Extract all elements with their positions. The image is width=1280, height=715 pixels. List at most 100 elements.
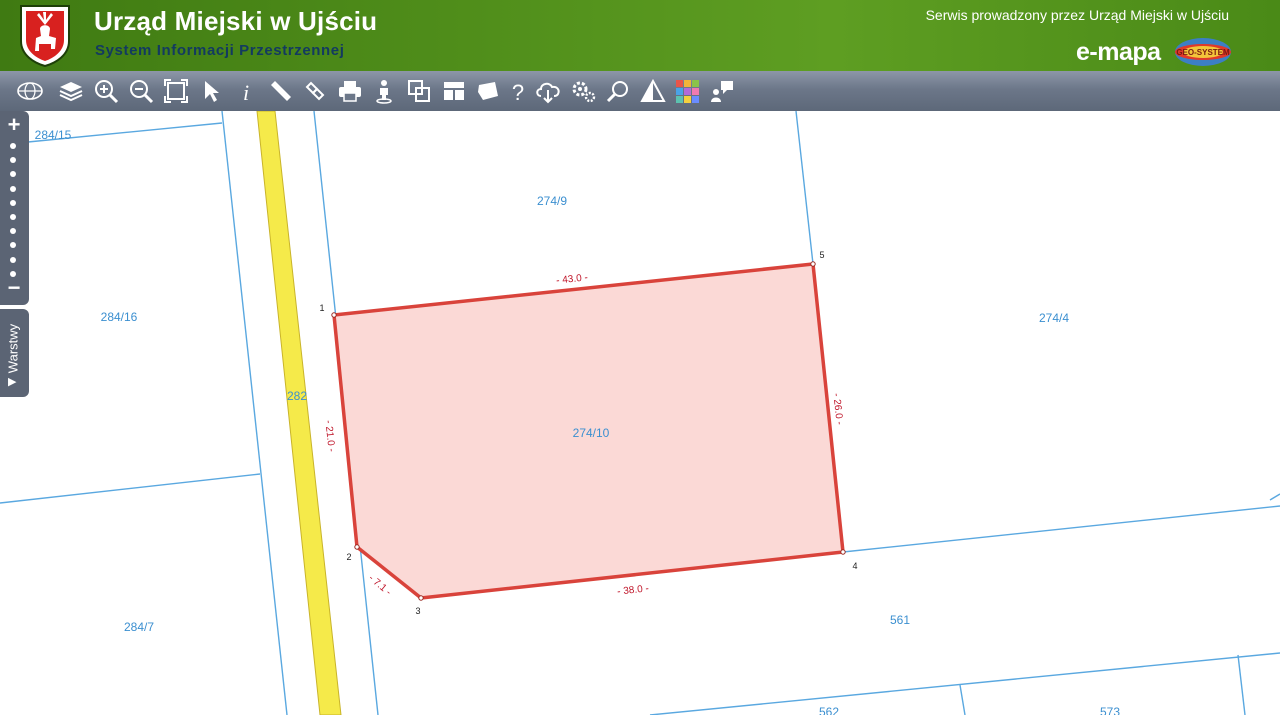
- user-comment-button[interactable]: [707, 76, 737, 106]
- vertex-label: 4: [852, 561, 857, 571]
- parcel-boundary-line: [1237, 654, 1246, 715]
- info-button[interactable]: i: [231, 76, 261, 106]
- zoom-level-step[interactable]: [10, 143, 16, 149]
- vertex-label: 3: [415, 606, 420, 616]
- geosystem-logo-icon: [17, 82, 43, 100]
- vertex-point[interactable]: [354, 544, 360, 550]
- search-icon: [606, 81, 628, 103]
- copy-icon: [408, 80, 430, 102]
- search-button[interactable]: [603, 76, 633, 106]
- zoom-in-button[interactable]: +: [4, 114, 24, 136]
- color-grid-button[interactable]: [672, 76, 702, 106]
- measure-ruler-icon: [271, 81, 291, 101]
- parcel-boundary-line: [842, 505, 1280, 553]
- layout-icon: [444, 82, 464, 100]
- settings-button[interactable]: [568, 76, 598, 106]
- layers-icon: [59, 82, 83, 102]
- zoom-out-button[interactable]: −: [4, 277, 24, 299]
- parcel-boundary-line: [649, 652, 1280, 715]
- parcel-label[interactable]: 284/16: [101, 310, 138, 324]
- zoom-level-step[interactable]: [10, 228, 16, 235]
- parcel-boundary-line: [1269, 493, 1280, 501]
- page-subtitle: System Informacji Przestrzennej: [95, 42, 345, 59]
- full-extent-icon: [164, 79, 188, 103]
- vertex-point[interactable]: [810, 261, 816, 267]
- geosystem-logo-button[interactable]: [15, 76, 45, 106]
- service-provider-text: Serwis prowadzony przez Urząd Miejski w …: [925, 7, 1229, 23]
- expand-arrow-icon: ▶: [8, 376, 17, 388]
- parcel-boundary-line: [795, 111, 814, 265]
- toolbar: i?: [0, 71, 1280, 112]
- dimension-label: - 21.0 -: [322, 420, 336, 453]
- layers-label: Warstwy: [5, 323, 21, 374]
- street-view-button[interactable]: [369, 76, 399, 106]
- zoom-level-step[interactable]: [10, 171, 16, 178]
- geo-system-logo[interactable]: GEO-SYSTEM: [1174, 37, 1232, 67]
- parcel-label[interactable]: 284/7: [124, 620, 154, 634]
- measure-ruler-button[interactable]: [266, 76, 296, 106]
- shape-button[interactable]: [473, 76, 503, 106]
- zoom-level-step[interactable]: [10, 214, 16, 220]
- select-arrow-button[interactable]: [196, 76, 226, 106]
- dimension-label: - 38.0 -: [617, 583, 650, 597]
- user-comment-icon: [711, 81, 733, 102]
- cloud-download-button[interactable]: [533, 76, 563, 106]
- copy-button[interactable]: [404, 76, 434, 106]
- triangle-button[interactable]: [638, 76, 668, 106]
- layers-button[interactable]: [56, 76, 86, 106]
- zoom-out-button[interactable]: [126, 76, 156, 106]
- svg-text:i: i: [243, 80, 249, 104]
- parcel-boundary-line: [959, 684, 966, 715]
- full-extent-button[interactable]: [161, 76, 191, 106]
- info-icon: i: [243, 80, 249, 104]
- color-grid-icon: [676, 80, 699, 103]
- map-canvas[interactable]: 284/15 274/9 284/16 274/4 282 274/10 284/7 561 5…: [0, 111, 1280, 715]
- map-svg[interactable]: 284/15 274/9 284/16 274/4 282 274/10 284/7 561 5…: [0, 111, 1280, 715]
- parcel-boundary-line: [0, 473, 261, 504]
- vertex-label: 5: [819, 250, 824, 260]
- link-icon: [305, 81, 325, 101]
- parcel-label[interactable]: 274/4: [1039, 311, 1069, 325]
- parcel-label[interactable]: 274/10: [573, 426, 610, 440]
- zoom-level-step[interactable]: [10, 242, 16, 249]
- vertex-label: 1: [319, 303, 324, 313]
- shape-icon: [478, 82, 498, 100]
- geo-system-label: GEO-SYSTEM: [1176, 48, 1230, 57]
- parcel-label[interactable]: 284/15: [35, 128, 72, 142]
- vertex-point[interactable]: [840, 549, 846, 555]
- zoom-level-step[interactable]: [10, 199, 16, 206]
- coat-of-arms-icon: [20, 5, 70, 67]
- road-282[interactable]: [256, 111, 342, 715]
- svg-text:?: ?: [512, 80, 524, 104]
- parcel-label[interactable]: 274/9: [537, 194, 567, 208]
- parcel-label[interactable]: 561: [890, 613, 910, 627]
- vertex-label: 2: [346, 552, 351, 562]
- layout-button[interactable]: [439, 76, 469, 106]
- parcel-label[interactable]: 282: [287, 389, 307, 403]
- link-button[interactable]: [300, 76, 330, 106]
- print-icon: [339, 81, 361, 102]
- parcel-label[interactable]: 573: [1100, 705, 1120, 715]
- zoom-level-step[interactable]: [10, 185, 16, 192]
- help-button[interactable]: ?: [503, 76, 533, 106]
- dimension-label: - 43.0 -: [556, 272, 589, 286]
- zoom-level-step[interactable]: [10, 256, 16, 263]
- emapa-brand[interactable]: e-mapa: [1076, 38, 1161, 67]
- vertex-point[interactable]: [418, 595, 424, 601]
- layers-panel-toggle[interactable]: Warstwy ▶: [0, 309, 29, 397]
- settings-icon: [572, 81, 596, 103]
- page-title: Urząd Miejski w Ujściu: [94, 6, 378, 36]
- triangle-icon: [640, 78, 666, 102]
- zoom-level-step[interactable]: [10, 157, 16, 164]
- parcel-label[interactable]: 562: [819, 705, 839, 715]
- street-view-icon: [376, 80, 392, 104]
- dimension-label: - 7.1 -: [366, 573, 393, 598]
- help-icon: ?: [512, 80, 524, 104]
- select-arrow-icon: [205, 81, 219, 102]
- header-banner: Urząd Miejski w Ujściu System Informacji…: [0, 0, 1280, 71]
- zoom-control: + −: [0, 111, 29, 305]
- zoom-in-icon: [95, 80, 119, 104]
- print-button[interactable]: [335, 76, 365, 106]
- zoom-in-button[interactable]: [91, 76, 121, 106]
- vertex-point[interactable]: [331, 312, 337, 318]
